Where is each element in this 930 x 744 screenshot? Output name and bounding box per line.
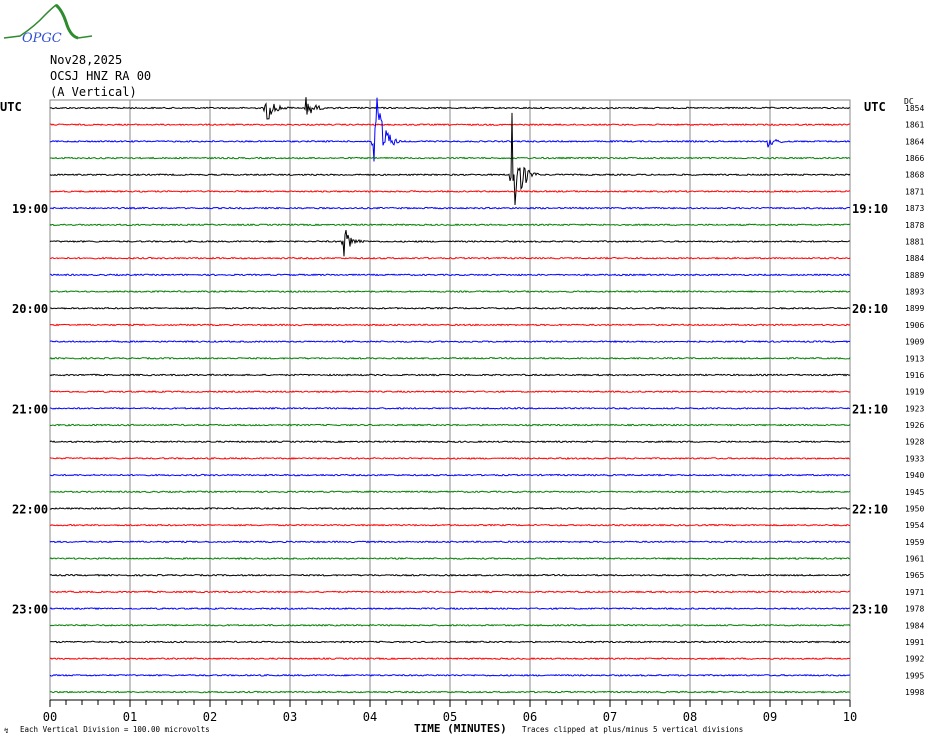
trace-row [49, 189, 851, 193]
x-tick-label: 07 [603, 710, 617, 724]
dc-offset-label: 1909 [905, 338, 924, 347]
dc-offset-label: 1992 [905, 655, 924, 664]
dc-offset-label: 1991 [905, 638, 924, 647]
dc-offset-label: 1889 [905, 271, 924, 280]
scale-note: Each Vertical Division = 100.00 microvol… [20, 725, 210, 734]
dc-offset-label: 1926 [905, 421, 924, 430]
x-axis: 00 01 02 03 04 05 06 07 08 09 10 [43, 699, 857, 724]
helicorder-plot: OPGC Nov28,2025 OCSJ HNZ RA 00 (A Vertic… [0, 0, 930, 744]
dc-offset-label: 1961 [905, 555, 924, 564]
scale-icon: ↯ [4, 726, 9, 735]
dc-offset-label: 1959 [905, 538, 924, 547]
dc-offset-label: 1950 [905, 504, 924, 513]
dc-offset-label: 1995 [905, 671, 924, 680]
dc-offset-label: 1881 [905, 237, 924, 246]
station-label: OCSJ HNZ RA 00 [50, 69, 151, 83]
right-utc-label: UTC [864, 100, 886, 114]
seismogram-svg: OPGC Nov28,2025 OCSJ HNZ RA 00 (A Vertic… [0, 3, 924, 735]
x-tick-label: 01 [123, 710, 137, 724]
component-label: (A Vertical) [50, 85, 137, 99]
logo-text: OPGC [22, 31, 62, 46]
right-hour-label: 22:10 [852, 502, 888, 516]
clip-note: Traces clipped at plus/minus 5 vertical … [522, 725, 743, 734]
dc-offset-label: 1971 [905, 588, 924, 597]
x-tick-label: 08 [683, 710, 697, 724]
left-hour-label: 20:00 [12, 302, 48, 316]
dc-offset-label: 1984 [905, 621, 924, 630]
right-hour-label: 23:10 [852, 603, 888, 617]
left-hour-label: 23:00 [12, 603, 48, 617]
dc-offset-label: 1854 [905, 104, 924, 113]
dc-offset-label: 1866 [905, 154, 924, 163]
opgc-logo: OPGC [3, 3, 93, 46]
dc-offset-label: 1978 [905, 605, 924, 614]
left-hour-label: 22:00 [12, 502, 48, 516]
x-tick-label: 06 [523, 710, 537, 724]
dc-offset-label: 1933 [905, 454, 924, 463]
x-tick-label: 09 [763, 710, 777, 724]
trace-row [49, 573, 851, 577]
dc-offset-label: 1861 [905, 121, 924, 130]
dc-offset-label: 1864 [905, 137, 924, 146]
left-hour-label: 21:00 [12, 402, 48, 416]
date-label: Nov28,2025 [50, 53, 122, 67]
dc-offset-label: 1965 [905, 571, 924, 580]
dc-offset-label: 1954 [905, 521, 924, 530]
dc-offset-label: 1884 [905, 254, 924, 263]
right-hour-label: 20:10 [852, 302, 888, 316]
dc-offset-label: 1868 [905, 171, 924, 180]
grid [49, 99, 851, 701]
x-tick-label: 02 [203, 710, 217, 724]
dc-offset-label: 1923 [905, 404, 924, 413]
left-utc-label: UTC [0, 100, 22, 114]
dc-offset-label: 1899 [905, 304, 924, 313]
x-tick-label: 00 [43, 710, 57, 724]
dc-offset-label: 1928 [905, 438, 924, 447]
dc-offset-label: 1878 [905, 221, 924, 230]
dc-offset-label: 1893 [905, 288, 924, 297]
right-hour-label: 19:10 [852, 202, 888, 216]
x-tick-label: 03 [283, 710, 297, 724]
dc-offset-label: 1998 [905, 688, 924, 697]
dc-offset-label: 1871 [905, 187, 924, 196]
dc-offset-label: 1945 [905, 488, 924, 497]
dc-offset-label: 1919 [905, 388, 924, 397]
x-tick-label: 04 [363, 710, 377, 724]
dc-offset-label: 1873 [905, 204, 924, 213]
dc-offset-label: 1913 [905, 354, 924, 363]
trace-row [49, 440, 851, 444]
x-axis-label: TIME (MINUTES) [414, 722, 507, 735]
dc-offset-label: 1916 [905, 371, 924, 380]
dc-offset-label: 1906 [905, 321, 924, 330]
left-hour-label: 19:00 [12, 202, 48, 216]
dc-offset-label: 1940 [905, 471, 924, 480]
right-hour-label: 21:10 [852, 402, 888, 416]
x-tick-label: 10 [843, 710, 857, 724]
